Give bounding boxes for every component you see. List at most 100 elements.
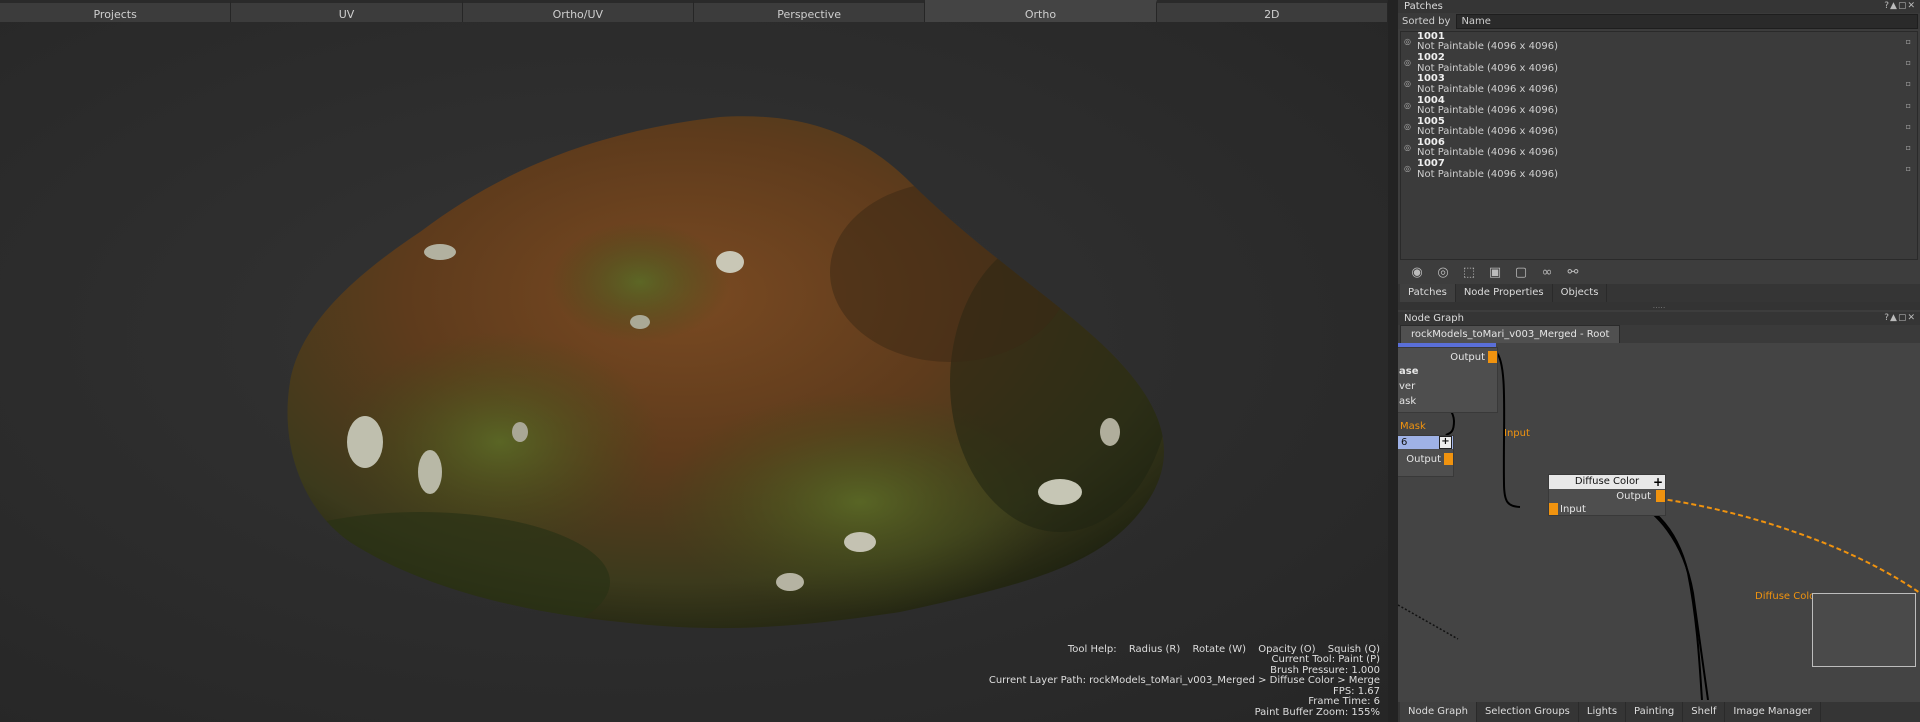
- visibility-icon[interactable]: ◉: [1404, 265, 1430, 280]
- tab-perspective[interactable]: Perspective: [693, 0, 926, 22]
- lock-icon[interactable]: ▫: [1906, 143, 1911, 153]
- tab-projects[interactable]: Projects: [0, 0, 232, 22]
- patch-toolbar: ◉ ◎ ⬚ ▣ ▢ ∞ ⚯: [1398, 260, 1920, 284]
- bottom-tabs: Node Graph Selection Groups Lights Paint…: [1398, 702, 1920, 722]
- unlock-icon[interactable]: ▢: [1508, 265, 1534, 280]
- tab-uv[interactable]: UV: [231, 0, 463, 22]
- list-item[interactable]: ◎ 1002 Not Paintable (4096 x 4096) ▫: [1401, 52, 1917, 74]
- tab-ortho-uv[interactable]: Ortho/UV: [462, 0, 694, 22]
- view-tabs: Projects UV Ortho/UV Perspective Ortho 2…: [0, 0, 1388, 22]
- node-header: Diffuse Color +: [1549, 475, 1665, 489]
- layer-stack-node[interactable]: Output ase ver ask: [1398, 347, 1498, 413]
- sort-select[interactable]: Name: [1456, 13, 1918, 29]
- resize-grip[interactable]: .....: [1398, 302, 1920, 310]
- patch-status: Not Paintable (4096 x 4096): [1417, 126, 1559, 138]
- link-icon[interactable]: ∞: [1534, 265, 1560, 280]
- rock-model[interactable]: [0, 22, 1388, 722]
- lock-icon[interactable]: ▫: [1906, 79, 1911, 89]
- node-graph-root-tab[interactable]: rockModels_toMari_v003_Merged - Root: [1400, 325, 1621, 343]
- tab-objects[interactable]: Objects: [1553, 284, 1608, 302]
- panel-splitter[interactable]: [1388, 0, 1398, 722]
- node-header: 6 +: [1398, 436, 1453, 449]
- patch-list: ◎ 1001 Not Paintable (4096 x 4096) ▫ ◎ 1002 N…: [1400, 31, 1918, 260]
- 3d-viewport[interactable]: Tool Help: Radius (R) Rotate (W) Opacity…: [0, 22, 1388, 722]
- mask-node[interactable]: 6 + Output: [1398, 435, 1454, 477]
- lock-icon[interactable]: ▫: [1906, 58, 1911, 68]
- tab-shelf[interactable]: Shelf: [1683, 702, 1726, 722]
- sorted-by-label: Sorted by: [1402, 15, 1451, 27]
- tab-node-graph[interactable]: Node Graph: [1400, 702, 1477, 722]
- tab-2d[interactable]: 2D: [1156, 0, 1388, 22]
- eye-icon[interactable]: ◎: [1404, 58, 1411, 68]
- panel-controls-icon[interactable]: ?▲▢✕: [1884, 312, 1916, 325]
- panel-controls-icon[interactable]: ?▲▢✕: [1884, 0, 1916, 13]
- list-item[interactable]: ◎ 1006 Not Paintable (4096 x 4096) ▫: [1401, 137, 1917, 159]
- list-item[interactable]: ◎ 1004 Not Paintable (4096 x 4096) ▫: [1401, 95, 1917, 117]
- eye-icon[interactable]: ◎: [1404, 37, 1411, 47]
- diffuse-color-node[interactable]: Diffuse Color + Output Input: [1548, 474, 1666, 516]
- eye-icon[interactable]: ◎: [1404, 164, 1411, 174]
- layer-path: Current Layer Path: rockModels_toMari_v0…: [988, 675, 1380, 686]
- lock-icon[interactable]: ▫: [1906, 101, 1911, 111]
- node-output-label: Output: [1616, 491, 1651, 502]
- add-icon[interactable]: +: [1653, 475, 1663, 489]
- node-graph-canvas[interactable]: Output ase ver ask Mask 6 + Output Input…: [1398, 343, 1920, 700]
- viewport-info: Tool Help: Radius (R) Rotate (W) Opacity…: [988, 643, 1380, 719]
- lock-icon[interactable]: ▫: [1906, 37, 1911, 47]
- eye-icon[interactable]: ◎: [1404, 101, 1411, 111]
- tool-help-opacity: Opacity (O): [1258, 643, 1316, 655]
- tab-painting[interactable]: Painting: [1626, 702, 1684, 722]
- lock-icon[interactable]: ▣: [1482, 265, 1508, 280]
- patch-status: Not Paintable (4096 x 4096): [1417, 83, 1559, 95]
- node-graph-tabrow: rockModels_toMari_v003_Merged - Root: [1398, 325, 1920, 343]
- eye-icon[interactable]: ◎: [1404, 143, 1411, 153]
- lock-icon[interactable]: ▫: [1906, 164, 1911, 174]
- output-port[interactable]: [1488, 351, 1497, 363]
- lock-icon[interactable]: ▫: [1906, 122, 1911, 132]
- node-row-label: ask: [1399, 396, 1417, 407]
- list-item[interactable]: ◎ 1007 Not Paintable (4096 x 4096) ▫: [1401, 158, 1917, 180]
- node-graph-titlebar: Node Graph ?▲▢✕: [1398, 312, 1920, 325]
- select-icon[interactable]: ⬚: [1456, 265, 1482, 280]
- node-row-label: ase: [1399, 366, 1419, 377]
- tab-node-properties[interactable]: Node Properties: [1456, 284, 1553, 302]
- node-row-label: ver: [1399, 381, 1416, 392]
- tool-help-rotate: Rotate (W): [1192, 643, 1247, 655]
- node-title: Diffuse Color: [1574, 476, 1640, 487]
- patches-panel: Patches ?▲▢✕ Sorted by Name ◎ 1001 Not Pai…: [1398, 0, 1920, 312]
- node-graph-title: Node Graph: [1404, 313, 1464, 324]
- eye-icon[interactable]: ◎: [1404, 122, 1411, 132]
- eye-icon[interactable]: ◎: [1430, 265, 1456, 280]
- frame-time: Frame Time: 6: [1308, 696, 1380, 707]
- node-input-label: Input: [1560, 504, 1586, 515]
- edge-diffuse-label: Diffuse Color: [1755, 591, 1820, 602]
- list-item[interactable]: ◎ 1003 Not Paintable (4096 x 4096) ▫: [1401, 73, 1917, 95]
- tab-selection-groups[interactable]: Selection Groups: [1477, 702, 1579, 722]
- patch-status: Not Paintable (4096 x 4096): [1417, 147, 1559, 159]
- tool-help-radius: Radius (R): [1128, 643, 1181, 655]
- tab-lights[interactable]: Lights: [1579, 702, 1627, 722]
- patches-titlebar: Patches ?▲▢✕: [1398, 0, 1920, 13]
- unlink-icon[interactable]: ⚯: [1560, 265, 1586, 280]
- tab-ortho[interactable]: Ortho: [925, 0, 1157, 22]
- patch-status: Not Paintable (4096 x 4096): [1417, 104, 1559, 116]
- list-item[interactable]: ◎ 1005 Not Paintable (4096 x 4096) ▫: [1401, 116, 1917, 138]
- edge-input-label: Input: [1504, 428, 1530, 439]
- add-icon[interactable]: +: [1439, 436, 1452, 449]
- patches-title: Patches: [1404, 1, 1443, 12]
- node-output-label: Output: [1450, 352, 1485, 363]
- tab-patches[interactable]: Patches: [1400, 284, 1456, 302]
- input-port[interactable]: [1549, 503, 1558, 515]
- patches-panel-tabs: Patches Node Properties Objects: [1398, 284, 1920, 302]
- node-graph-panel: Node Graph ?▲▢✕ rockModels_toMari_v003_M…: [1398, 312, 1920, 722]
- list-item[interactable]: ◎ 1001 Not Paintable (4096 x 4096) ▫: [1401, 31, 1917, 53]
- output-port[interactable]: [1656, 490, 1665, 502]
- patch-status: Not Paintable (4096 x 4096): [1417, 62, 1559, 74]
- output-port[interactable]: [1444, 453, 1453, 465]
- tab-image-manager[interactable]: Image Manager: [1725, 702, 1821, 722]
- eye-icon[interactable]: ◎: [1404, 79, 1411, 89]
- tool-help-squish: Squish (Q): [1327, 643, 1380, 655]
- current-tool: Current Tool: Paint (P): [1271, 654, 1380, 665]
- node-graph-minimap[interactable]: [1812, 593, 1916, 667]
- patch-id: 1007: [1417, 158, 1445, 170]
